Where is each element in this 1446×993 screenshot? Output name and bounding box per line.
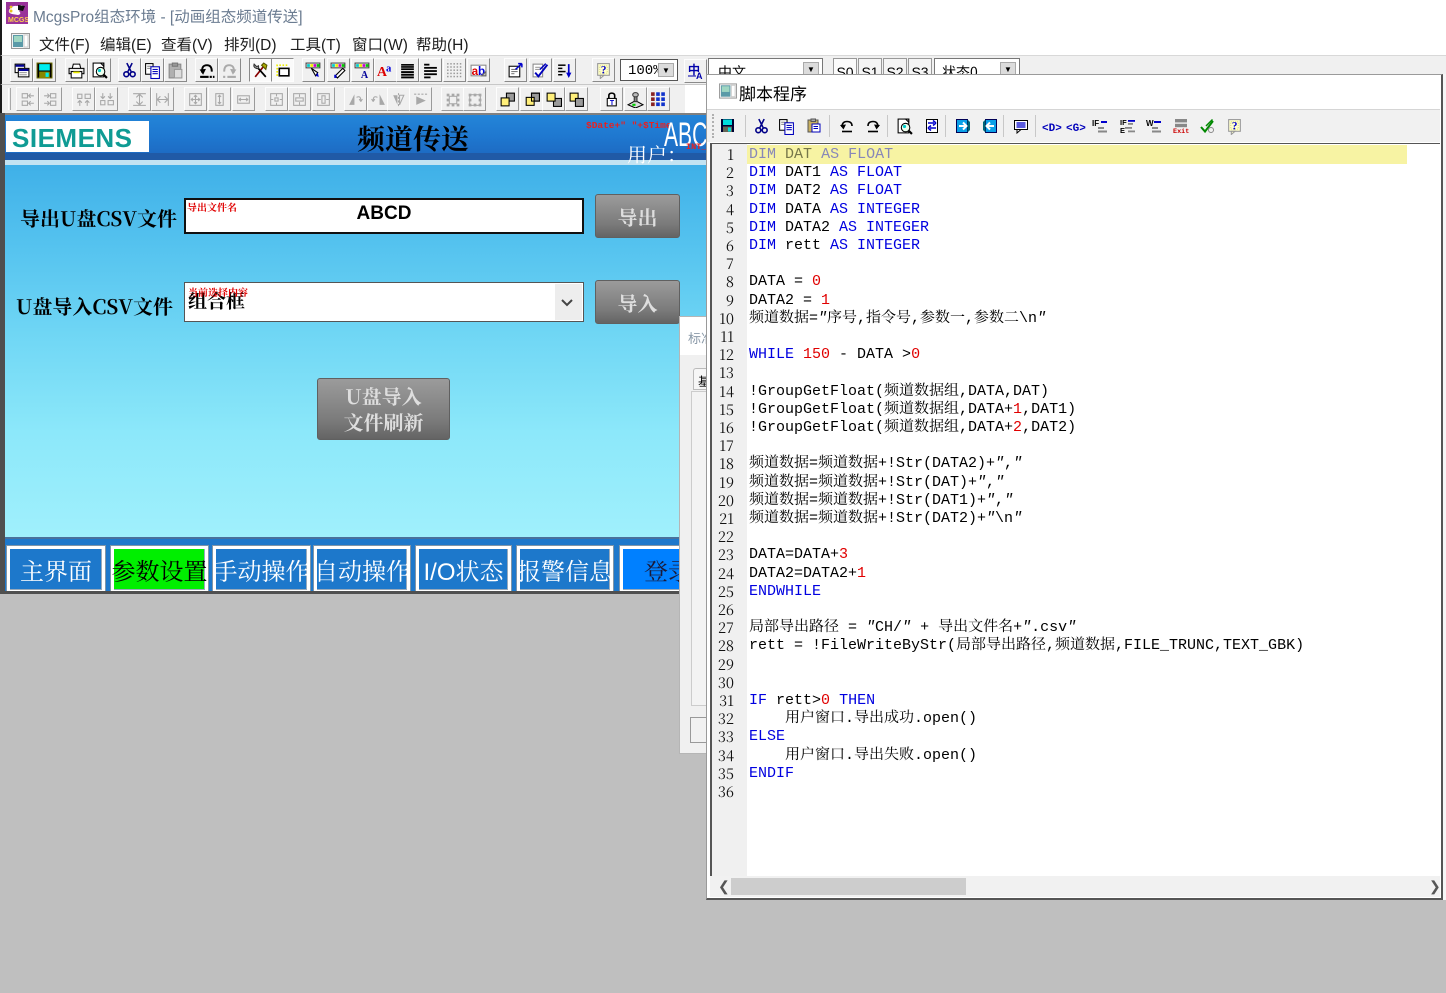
svg-text:A: A	[361, 69, 369, 78]
svg-text:MCGS: MCGS	[8, 17, 28, 24]
svg-text:Exit: Exit	[1173, 128, 1189, 134]
svg-text:E: E	[1120, 126, 1125, 134]
svg-text:a: a	[386, 63, 392, 74]
svg-text:<D>: <D>	[1042, 123, 1062, 135]
svg-text:W: W	[1146, 119, 1154, 128]
svg-text:<G>: <G>	[1066, 123, 1086, 135]
svg-text:A: A	[696, 71, 703, 80]
svg-text:IF: IF	[1092, 119, 1099, 128]
